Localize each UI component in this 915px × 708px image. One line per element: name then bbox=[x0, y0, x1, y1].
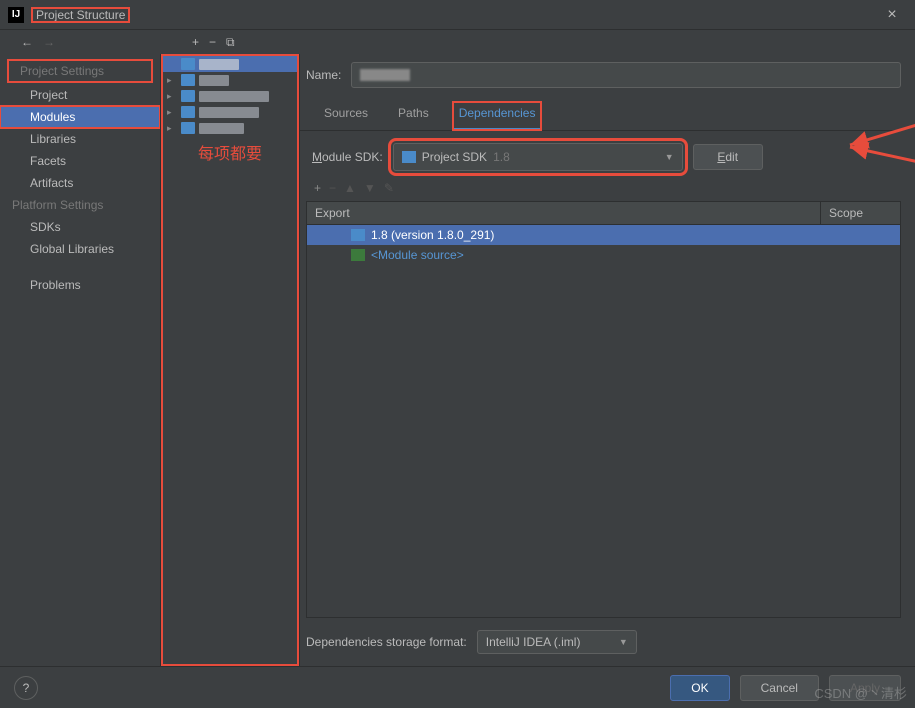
annotation-text: 每项都要 bbox=[161, 136, 299, 168]
settings-sidebar: Project Settings Project Modules Librari… bbox=[0, 54, 160, 666]
edit-button[interactable]: Edit bbox=[693, 144, 763, 170]
module-panel: ▸ ▸ ▸ ▸ 每项都要 bbox=[160, 54, 300, 666]
app-icon: IJ bbox=[8, 7, 24, 23]
add-dep-icon[interactable]: + bbox=[314, 181, 321, 195]
window-title: Project Structure bbox=[32, 8, 129, 22]
dependency-row[interactable]: <Module source> bbox=[307, 245, 900, 265]
back-arrow-icon[interactable]: ← bbox=[18, 35, 36, 49]
folder-icon bbox=[351, 249, 365, 261]
cancel-button[interactable]: Cancel bbox=[740, 675, 819, 701]
name-label: Name: bbox=[306, 68, 341, 82]
folder-icon bbox=[351, 229, 365, 241]
chevron-down-icon: ▼ bbox=[619, 637, 628, 647]
format-label: Dependencies storage format: bbox=[306, 635, 467, 649]
add-module-icon[interactable]: + bbox=[192, 35, 199, 49]
titlebar: IJ Project Structure × bbox=[0, 0, 915, 30]
folder-icon bbox=[402, 151, 416, 163]
folder-icon bbox=[181, 74, 195, 86]
sidebar-item-modules[interactable]: Modules bbox=[0, 106, 160, 128]
sidebar-item-project[interactable]: Project bbox=[0, 84, 160, 106]
tab-sources[interactable]: Sources bbox=[318, 102, 374, 130]
ok-button[interactable]: OK bbox=[670, 675, 729, 701]
sidebar-item-libraries[interactable]: Libraries bbox=[0, 128, 160, 150]
remove-dep-icon: − bbox=[329, 181, 336, 195]
module-list-item[interactable]: ▸ bbox=[161, 72, 299, 88]
detail-panel: Name: Sources Paths Dependencies MModule… bbox=[300, 54, 915, 666]
module-list-item[interactable]: ▸ bbox=[161, 88, 299, 104]
module-sdk-label: MModule SDK:odule SDK: bbox=[312, 150, 383, 164]
tab-dependencies[interactable]: Dependencies bbox=[453, 102, 542, 130]
watermark: CSDN @丶清杉 bbox=[814, 683, 907, 702]
forward-arrow-icon: → bbox=[40, 35, 58, 49]
sidebar-item-facets[interactable]: Facets bbox=[0, 150, 160, 172]
detail-tabs: Sources Paths Dependencies bbox=[300, 96, 901, 131]
sdk-value: Project SDK bbox=[422, 150, 487, 164]
format-dropdown[interactable]: IntelliJ IDEA (.iml) ▼ bbox=[477, 630, 637, 654]
sidebar-item-artifacts[interactable]: Artifacts bbox=[0, 172, 160, 194]
close-button[interactable]: × bbox=[877, 0, 907, 30]
edit-dep-icon: ✎ bbox=[384, 181, 394, 195]
up-dep-icon: ▲ bbox=[344, 181, 356, 195]
col-scope[interactable]: Scope bbox=[820, 202, 900, 224]
folder-icon bbox=[181, 122, 195, 134]
remove-module-icon[interactable]: − bbox=[209, 35, 216, 49]
module-list-item[interactable]: ▸ bbox=[161, 104, 299, 120]
sidebar-item-global-libraries[interactable]: Global Libraries bbox=[0, 238, 160, 260]
copy-module-icon[interactable]: ⧉ bbox=[226, 35, 235, 50]
folder-icon bbox=[181, 90, 195, 102]
col-export[interactable]: Export bbox=[307, 202, 820, 224]
folder-icon bbox=[181, 106, 195, 118]
dependency-toolbar: + − ▲ ▼ ✎ bbox=[300, 181, 901, 201]
folder-icon bbox=[181, 58, 195, 70]
sidebar-item-problems[interactable]: Problems bbox=[0, 274, 160, 296]
down-dep-icon: ▼ bbox=[364, 181, 376, 195]
sidebar-item-sdks[interactable]: SDKs bbox=[0, 216, 160, 238]
sdk-version: 1.8 bbox=[493, 150, 510, 164]
help-icon[interactable]: ? bbox=[14, 676, 38, 700]
bottom-bar: ? OK Cancel Apply bbox=[0, 666, 915, 708]
dependency-table: Export Scope 1.8 (version 1.8.0_291) <Mo… bbox=[306, 201, 901, 618]
format-value: IntelliJ IDEA (.iml) bbox=[486, 635, 581, 649]
chevron-down-icon: ▼ bbox=[665, 152, 674, 162]
dep-name: <Module source> bbox=[371, 248, 464, 262]
module-list-item[interactable] bbox=[161, 56, 299, 72]
dep-name: 1.8 (version 1.8.0_291) bbox=[371, 228, 494, 242]
dependency-row[interactable]: 1.8 (version 1.8.0_291) bbox=[307, 225, 900, 245]
module-list-item[interactable]: ▸ bbox=[161, 120, 299, 136]
platform-settings-header: Platform Settings bbox=[0, 194, 160, 216]
name-input[interactable] bbox=[351, 62, 901, 88]
nav-toolbar: ← → + − ⧉ bbox=[0, 30, 915, 54]
module-sdk-dropdown[interactable]: Project SDK 1.8 ▼ bbox=[393, 143, 683, 171]
project-settings-header: Project Settings bbox=[8, 60, 152, 82]
tab-paths[interactable]: Paths bbox=[392, 102, 435, 130]
